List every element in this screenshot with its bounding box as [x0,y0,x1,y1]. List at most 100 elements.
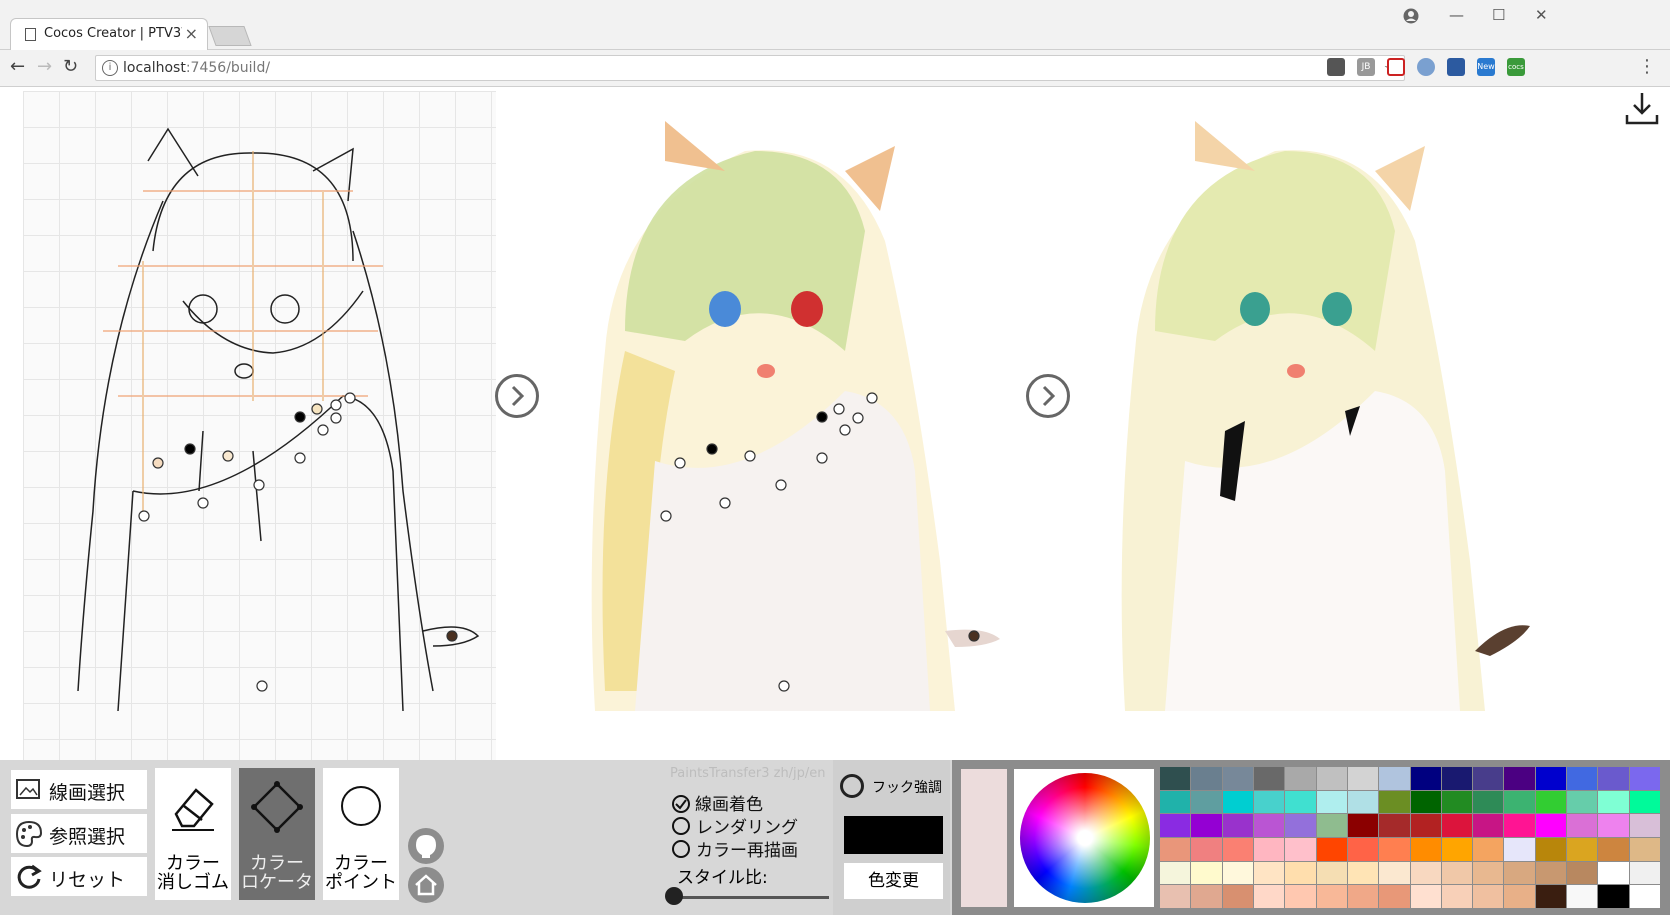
palette-swatch[interactable] [1253,767,1285,790]
maximize-button[interactable]: ☐ [1492,6,1505,24]
palette-swatch[interactable] [1629,885,1660,908]
palette-swatch[interactable] [1379,814,1410,837]
palette-swatch[interactable] [1629,814,1660,837]
mode-lineart-option[interactable]: 線画着色 [672,790,763,815]
palette-swatch[interactable] [1504,790,1535,814]
palette-swatch[interactable] [1285,767,1316,790]
palette-swatch[interactable] [1441,861,1473,885]
palette-swatch[interactable] [1598,790,1629,814]
palette-swatch[interactable] [1629,790,1660,814]
palette-swatch[interactable] [1160,885,1191,908]
palette-swatch[interactable] [1222,837,1253,861]
palette-swatch[interactable] [1191,790,1222,814]
palette-swatch[interactable] [1347,861,1379,885]
palette-swatch[interactable] [1441,790,1473,814]
palette-swatch[interactable] [1504,814,1535,837]
palette-swatch[interactable] [1504,837,1535,861]
palette-swatch[interactable] [1567,814,1598,837]
palette-swatch[interactable] [1535,814,1567,837]
palette-swatch[interactable] [1567,861,1598,885]
palette-swatch[interactable] [1347,837,1379,861]
palette-swatch[interactable] [1347,885,1379,908]
extension-block-icon[interactable] [1387,58,1405,76]
extension-ghost-icon[interactable] [1327,58,1345,76]
palette-swatch[interactable] [1473,861,1504,885]
palette-swatch[interactable] [1191,861,1222,885]
reload-button[interactable]: ↻ [63,56,78,77]
palette-swatch[interactable] [1598,861,1629,885]
palette-swatch[interactable] [1222,861,1253,885]
palette-swatch[interactable] [1347,790,1379,814]
palette-swatch[interactable] [1191,814,1222,837]
palette-swatch[interactable] [1629,861,1660,885]
next-arrow-button-1[interactable] [495,374,539,418]
extension-circle-icon[interactable] [1417,58,1435,76]
palette-swatch[interactable] [1410,837,1441,861]
palette-swatch[interactable] [1441,767,1473,790]
palette-swatch[interactable] [1410,885,1441,908]
palette-swatch[interactable] [1441,837,1473,861]
palette-swatch[interactable] [1567,885,1598,908]
palette-swatch[interactable] [1347,767,1379,790]
github-button[interactable] [408,828,444,864]
palette-swatch[interactable] [1504,767,1535,790]
style-ratio-slider[interactable] [672,896,829,899]
palette-swatch[interactable] [1316,837,1347,861]
extension-cocos-icon[interactable]: cocs [1507,58,1525,76]
palette-swatch[interactable] [1473,814,1504,837]
palette-swatch[interactable] [1473,790,1504,814]
palette-swatch[interactable] [1191,885,1222,908]
palette-swatch[interactable] [1410,814,1441,837]
palette-swatch[interactable] [1379,861,1410,885]
palette-swatch[interactable] [1222,767,1253,790]
palette-swatch[interactable] [1598,814,1629,837]
palette-swatch[interactable] [1285,790,1316,814]
palette-swatch[interactable] [1504,861,1535,885]
color-eraser-tool[interactable]: カラー 消しゴム [155,768,231,900]
palette-swatch[interactable] [1160,861,1191,885]
palette-swatch[interactable] [1379,767,1410,790]
palette-swatch[interactable] [1253,814,1285,837]
palette-swatch[interactable] [1285,814,1316,837]
lineart-canvas[interactable] [23,91,496,760]
palette-swatch[interactable] [1316,861,1347,885]
color-locator-tool[interactable]: カラー ロケータ [239,768,315,900]
color-point-tool[interactable]: カラー ポイント [323,768,399,900]
palette-swatch[interactable] [1441,885,1473,908]
palette-swatch[interactable] [1253,861,1285,885]
palette-swatch[interactable] [1410,790,1441,814]
style-ratio-slider-knob[interactable] [665,887,683,905]
palette-swatch[interactable] [1253,885,1285,908]
palette-swatch[interactable] [1379,790,1410,814]
change-color-button[interactable]: 色変更 [844,863,943,899]
extension-jb-icon[interactable]: JB [1357,58,1375,76]
minimize-button[interactable]: — [1449,6,1464,24]
color-wheel[interactable] [1020,773,1150,903]
palette-swatch[interactable] [1410,861,1441,885]
palette-swatch[interactable] [1160,767,1191,790]
palette-swatch[interactable] [1160,814,1191,837]
palette-swatch[interactable] [1598,885,1629,908]
colorized-canvas[interactable] [545,91,1025,760]
palette-swatch[interactable] [1222,885,1253,908]
next-arrow-button-2[interactable] [1026,374,1070,418]
back-button[interactable]: ← [10,56,25,77]
palette-swatch[interactable] [1347,814,1379,837]
palette-swatch[interactable] [1535,885,1567,908]
palette-swatch[interactable] [1598,837,1629,861]
palette-swatch[interactable] [1160,837,1191,861]
palette-swatch[interactable] [1598,767,1629,790]
extension-new-icon[interactable]: New [1477,58,1495,76]
palette-swatch[interactable] [1629,837,1660,861]
lineart-select-button[interactable]: 線画選択 [11,770,147,809]
reset-button[interactable]: リセット [11,857,147,896]
palette-swatch[interactable] [1191,837,1222,861]
home-button[interactable] [408,867,444,903]
mode-redraw-option[interactable]: カラー再描画 [672,836,798,861]
palette-swatch[interactable] [1379,885,1410,908]
reference-select-button[interactable]: 参照選択 [11,814,147,853]
palette-swatch[interactable] [1535,837,1567,861]
palette-swatch[interactable] [1567,790,1598,814]
palette-swatch[interactable] [1316,885,1347,908]
browser-menu-icon[interactable]: ⋮ [1638,56,1656,77]
